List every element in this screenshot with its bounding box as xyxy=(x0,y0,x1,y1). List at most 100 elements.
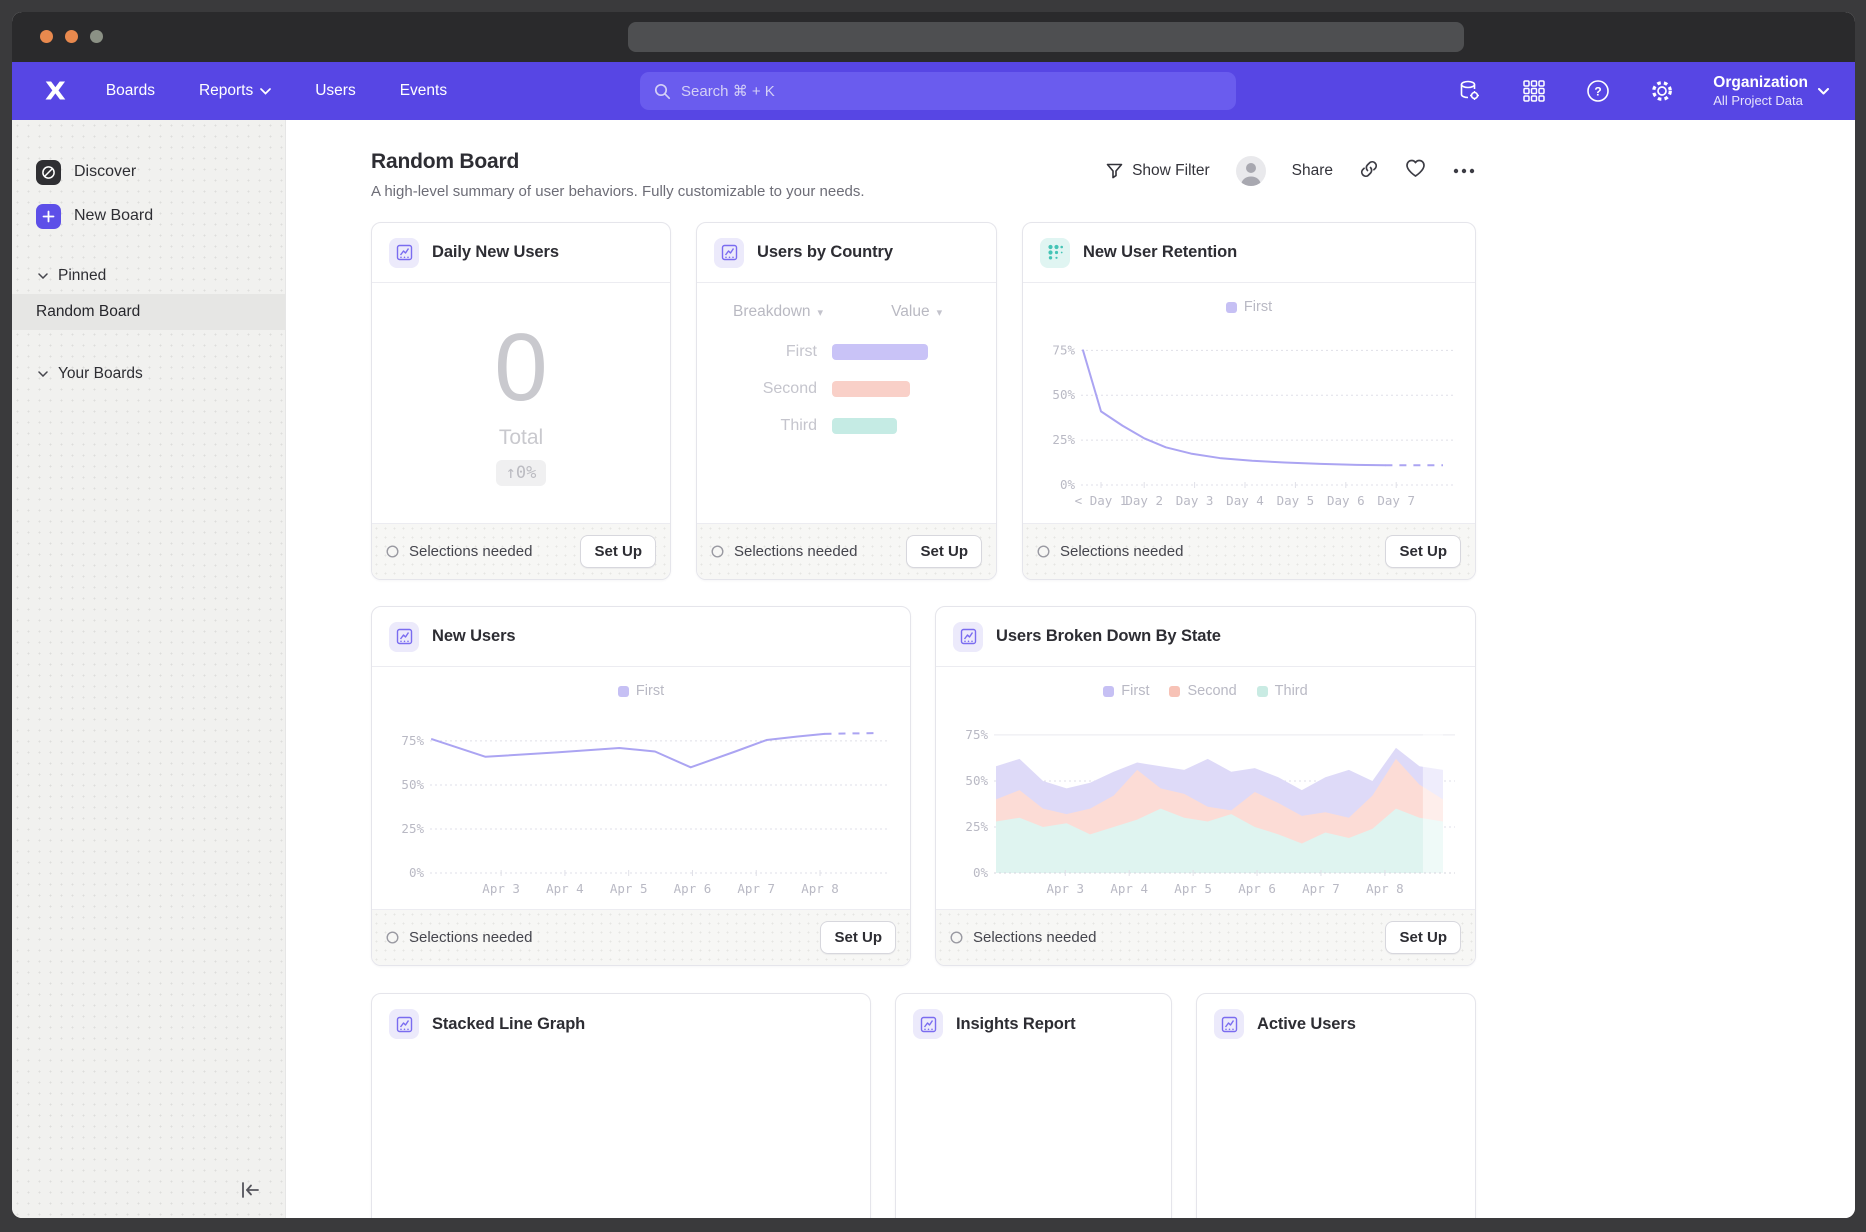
svg-text:0%: 0% xyxy=(973,865,989,880)
chart-legend: First xyxy=(388,681,894,701)
section-label: Your Boards xyxy=(58,365,143,383)
svg-text:Apr 7: Apr 7 xyxy=(737,881,775,896)
svg-text:Apr 4: Apr 4 xyxy=(1110,881,1148,896)
status-text: Selections needed xyxy=(409,929,532,946)
compass-icon xyxy=(36,160,61,185)
svg-text:Apr 6: Apr 6 xyxy=(674,881,712,896)
sidebar-item-label: New Board xyxy=(74,207,153,225)
svg-text:Apr 7: Apr 7 xyxy=(1302,881,1340,896)
svg-text:75%: 75% xyxy=(965,727,988,742)
link-icon xyxy=(1359,159,1379,179)
copy-link-button[interactable] xyxy=(1359,159,1379,184)
sidebar-item-discover[interactable]: Discover xyxy=(12,150,285,194)
card-title: New User Retention xyxy=(1083,243,1237,262)
card-title: Insights Report xyxy=(956,1015,1076,1034)
set-up-button[interactable]: Set Up xyxy=(906,535,982,568)
sidebar-section-your-boards[interactable]: Your Boards xyxy=(12,356,285,392)
card-stacked-line-graph: Stacked Line Graph xyxy=(371,993,871,1218)
app-nav: X Boards Reports Users Events Search ⌘ +… xyxy=(12,62,1855,120)
nav-item-reports[interactable]: Reports xyxy=(199,82,271,100)
plus-icon xyxy=(36,204,61,229)
card-new-user-retention: New User Retention First 75%50%25%0%< Da… xyxy=(1022,222,1476,580)
svg-text:Day 4: Day 4 xyxy=(1226,493,1264,508)
legend-item-first: First xyxy=(618,683,664,699)
database-gear-icon xyxy=(1457,78,1483,104)
avatar[interactable] xyxy=(1236,156,1266,186)
nav-right: ? Organization All Project Data xyxy=(1457,73,1829,109)
share-button[interactable]: Share xyxy=(1292,162,1333,180)
nav-item-label: Users xyxy=(315,82,355,100)
chart-legend: First xyxy=(1039,297,1459,317)
show-filter-label: Show Filter xyxy=(1132,162,1210,180)
legend-swatch xyxy=(1257,686,1268,697)
svg-text:25%: 25% xyxy=(401,821,424,836)
address-bar[interactable] xyxy=(628,22,1464,52)
country-row-bar xyxy=(832,344,928,360)
svg-text:Apr 8: Apr 8 xyxy=(1366,881,1404,896)
legend-swatch xyxy=(1226,302,1237,313)
svg-text:0%: 0% xyxy=(1060,477,1076,492)
sidebar: Discover New Board Pinned Random Board Y… xyxy=(12,120,286,1218)
svg-text:Apr 5: Apr 5 xyxy=(610,881,648,896)
chevron-down-icon xyxy=(260,88,271,95)
sidebar-item-label: Random Board xyxy=(36,303,140,321)
legend-item-third: Third xyxy=(1257,683,1308,699)
status-circle-icon xyxy=(711,545,724,558)
card-users-by-country: Users by Country Breakdown▾ Value▾ First xyxy=(696,222,997,580)
chart-legend: First Second Third xyxy=(952,681,1459,701)
sidebar-item-label: Discover xyxy=(74,163,136,181)
zoom-window-button[interactable] xyxy=(90,30,103,43)
data-management-button[interactable] xyxy=(1457,78,1483,104)
status-circle-icon xyxy=(1037,545,1050,558)
set-up-button[interactable]: Set Up xyxy=(1385,535,1461,568)
legend-item-second: Second xyxy=(1169,683,1236,699)
set-up-button[interactable]: Set Up xyxy=(1385,921,1461,954)
favorite-button[interactable] xyxy=(1405,159,1426,183)
org-switcher[interactable]: Organization All Project Data xyxy=(1713,73,1829,109)
sidebar-item-random-board[interactable]: Random Board xyxy=(12,294,285,330)
collapse-sidebar-button[interactable] xyxy=(239,1181,261,1204)
value-dropdown[interactable]: Value▾ xyxy=(891,303,942,321)
more-options-button[interactable] xyxy=(1452,162,1476,180)
svg-text:Apr 6: Apr 6 xyxy=(1238,881,1276,896)
line-chart-icon xyxy=(714,238,744,268)
minimize-window-button[interactable] xyxy=(65,30,78,43)
filter-icon xyxy=(1106,163,1123,179)
country-row-label: Second xyxy=(697,380,817,398)
card-daily-new-users: Daily New Users 0 Total ↑0% xyxy=(371,222,671,580)
svg-text:< Day 1: < Day 1 xyxy=(1075,493,1128,508)
metric-delta-badge: ↑0% xyxy=(496,460,547,486)
heart-icon xyxy=(1405,159,1426,178)
card-status: Selections needed xyxy=(386,929,532,946)
breakdown-dropdown[interactable]: Breakdown▾ xyxy=(733,303,823,321)
page-title: Random Board xyxy=(371,150,865,174)
legend-label: First xyxy=(1121,683,1149,699)
apps-grid-button[interactable] xyxy=(1521,78,1547,104)
card-status: Selections needed xyxy=(950,929,1096,946)
sidebar-item-new-board[interactable]: New Board xyxy=(12,194,285,238)
main-content: Random Board A high-level summary of use… xyxy=(286,120,1855,1218)
sidebar-section-pinned[interactable]: Pinned xyxy=(12,258,285,294)
status-text: Selections needed xyxy=(734,543,857,560)
country-row: Third xyxy=(697,417,996,435)
metric-label: Total xyxy=(499,426,543,450)
caret-down-icon: ▾ xyxy=(937,306,943,319)
help-button[interactable]: ? xyxy=(1585,78,1611,104)
nav-item-events[interactable]: Events xyxy=(400,82,447,100)
nav-item-boards[interactable]: Boards xyxy=(106,82,155,100)
country-row-label: First xyxy=(697,343,817,361)
set-up-button[interactable]: Set Up xyxy=(580,535,656,568)
legend-swatch xyxy=(1169,686,1180,697)
legend-item-first: First xyxy=(1103,683,1149,699)
search-input[interactable]: Search ⌘ + K xyxy=(640,72,1236,110)
country-row: First xyxy=(697,343,996,361)
settings-button[interactable] xyxy=(1649,78,1675,104)
nav-item-users[interactable]: Users xyxy=(315,82,355,100)
show-filter-button[interactable]: Show Filter xyxy=(1106,162,1210,180)
svg-text:Day 6: Day 6 xyxy=(1327,493,1365,508)
set-up-button[interactable]: Set Up xyxy=(820,921,896,954)
mixpanel-logo-icon[interactable]: X xyxy=(45,77,64,106)
close-window-button[interactable] xyxy=(40,30,53,43)
legend-label: First xyxy=(636,683,664,699)
legend-label: First xyxy=(1244,299,1272,315)
